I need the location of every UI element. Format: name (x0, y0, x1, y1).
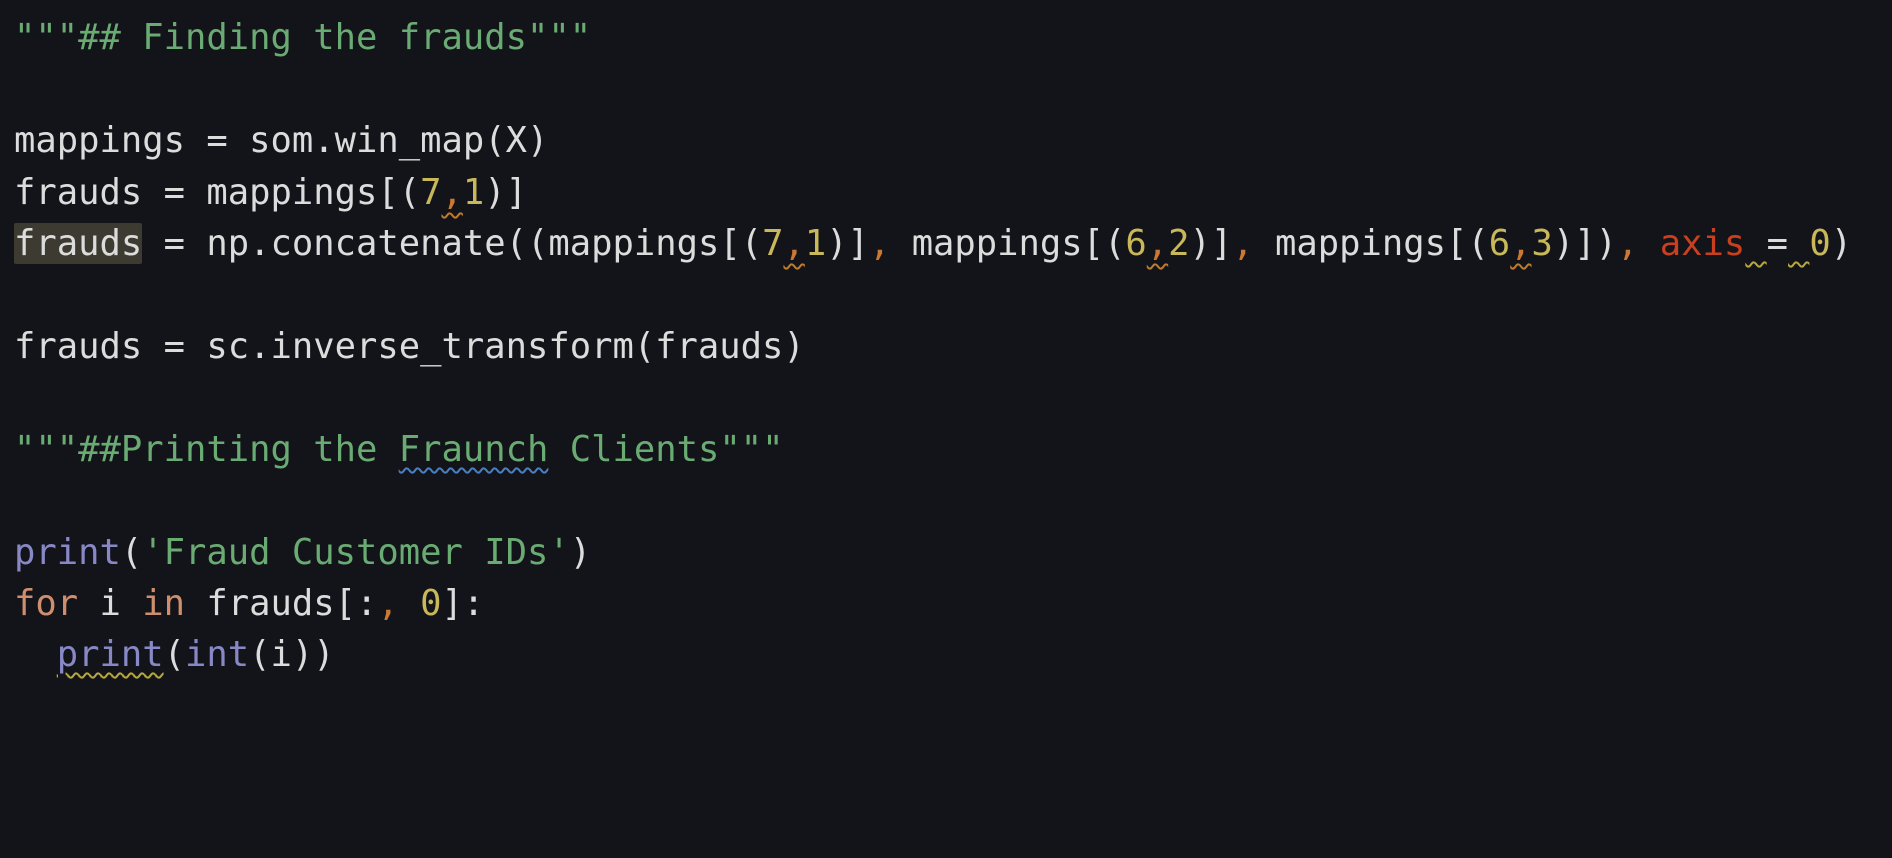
code-token-comma: , (868, 223, 912, 264)
code-token-num: 0 (420, 583, 442, 624)
code-token-plain: frauds = sc.inverse_transform(frauds) (14, 326, 805, 367)
code-token-kw: in (142, 583, 185, 624)
code-token-comma: , (783, 223, 805, 264)
code-line[interactable]: """## Finding the frauds""" (14, 7, 591, 69)
code-token-plain: )] (826, 223, 869, 264)
code-token-num: 6 (1125, 223, 1147, 264)
code-token-plain: ( (163, 634, 185, 675)
code-token-plain: )]) (1552, 223, 1618, 264)
code-token-doc: Fraunch (398, 429, 549, 470)
code-token-num: 0 (1809, 223, 1831, 264)
code-token-doc: """##Printing the (14, 429, 399, 470)
code-token-plain: = np.concatenate((mappings[( (142, 223, 763, 264)
code-token-plain: mappings = som.win_map(X) (14, 120, 549, 161)
code-token-num: 7 (420, 172, 442, 213)
code-token-plain: (i)) (249, 634, 335, 675)
code-token-num: 3 (1531, 223, 1553, 264)
code-token-plain: ( (120, 532, 143, 573)
code-token-plain: )] (1189, 223, 1233, 264)
code-token-plain: ) (569, 532, 592, 573)
code-token-comma: , (1232, 223, 1276, 264)
code-token-doc: Clients""" (548, 429, 784, 470)
code-token-plain: i (78, 583, 143, 624)
code-token-comma: , (1617, 223, 1660, 264)
code-token-plain: = (1766, 223, 1789, 264)
code-token-num: 7 (762, 223, 784, 264)
code-token-comma: , (1146, 223, 1169, 264)
code-token-comma: , (441, 172, 463, 213)
code-token-comma: , (377, 583, 421, 624)
code-token-plain: frauds = mappings[( (14, 172, 421, 213)
code-token-str: 'Fraud Customer IDs' (142, 532, 570, 573)
code-token-comma: , (1510, 223, 1532, 264)
code-token-num: 1 (804, 223, 827, 264)
code-token-plain: ) (1830, 223, 1853, 264)
code-token-param: axis (1659, 223, 1746, 264)
code-token-plain: mappings[( (1275, 223, 1489, 264)
code-token-plain: frauds (14, 223, 143, 264)
code-token-num: 1 (462, 172, 485, 213)
code-line[interactable]: frauds = np.concatenate((mappings[(7,1)]… (14, 213, 1852, 275)
code-token-num: 2 (1168, 223, 1190, 264)
code-line[interactable]: print(int(i)) (14, 624, 335, 686)
code-token-builtin: print (14, 532, 121, 573)
code-line[interactable]: """##Printing the Fraunch Clients""" (14, 419, 783, 481)
code-line[interactable]: frauds = sc.inverse_transform(frauds) (14, 316, 805, 378)
code-token-kw: for (14, 583, 79, 624)
code-token-builtin: print (56, 634, 164, 675)
code-token-plain: mappings[( (911, 223, 1126, 264)
code-token-doc: """## Finding the frauds""" (14, 17, 592, 58)
code-editor[interactable]: """## Finding the frauds""" mappings = so… (0, 0, 1892, 858)
code-token-num: 6 (1488, 223, 1511, 264)
code-token-plain: )] (484, 172, 527, 213)
code-token-builtin: int (185, 634, 250, 675)
code-token-plain: ]: (441, 583, 485, 624)
code-token-plain: frauds[: (185, 583, 378, 624)
